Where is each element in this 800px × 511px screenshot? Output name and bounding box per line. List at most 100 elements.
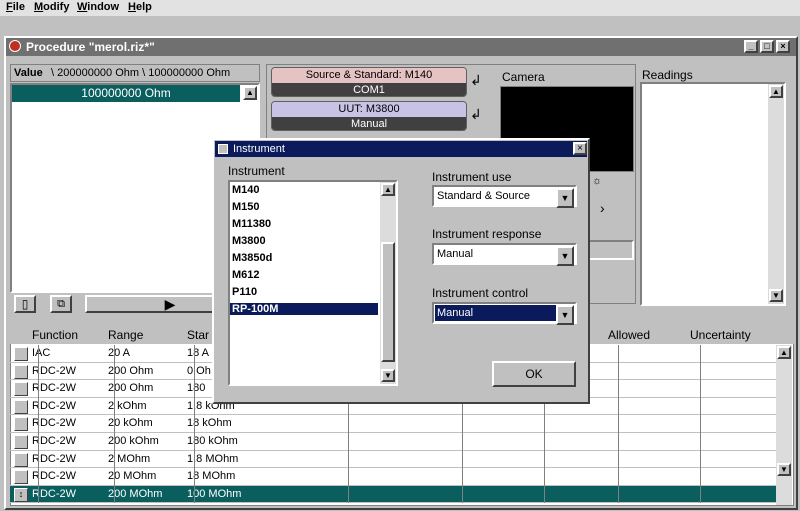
menu-window[interactable]: Window — [77, 1, 119, 13]
readings-scrollbar[interactable]: ▲ ▼ — [768, 84, 784, 304]
header-standard[interactable]: Star — [187, 328, 209, 342]
next-arrow-icon[interactable]: › — [600, 200, 605, 216]
column-divider — [700, 415, 701, 433]
menu-modify[interactable]: Modify — [34, 1, 69, 13]
instrument-list-item[interactable]: M612 — [232, 269, 376, 281]
column-divider — [462, 485, 463, 504]
instrument-list-item[interactable]: RP-100M — [230, 303, 378, 315]
scroll-down-icon[interactable]: ▼ — [381, 369, 395, 382]
header-range[interactable]: Range — [108, 328, 143, 342]
selected-value[interactable]: 100000000 Ohm — [12, 85, 240, 102]
chevron-down-icon[interactable]: ▼ — [556, 188, 574, 208]
instrument-list-item[interactable]: M140 — [232, 184, 376, 196]
scroll-down-icon[interactable]: ▼ — [777, 463, 791, 476]
column-divider — [114, 485, 115, 504]
maximize-icon[interactable]: □ — [760, 40, 774, 53]
copy-icon[interactable]: ⧉ — [50, 295, 72, 313]
column-divider — [462, 468, 463, 486]
column-divider — [700, 380, 701, 398]
table-row[interactable]: RDC-2W 2 MOhm 1.8 MOhm — [10, 450, 776, 469]
column-divider — [38, 415, 39, 433]
row-checkbox[interactable] — [14, 470, 28, 485]
column-divider — [114, 362, 115, 381]
dialog-close-icon[interactable]: × — [573, 142, 587, 155]
table-row[interactable]: RDC-2W 200 kOhm 180 kOhm — [10, 433, 776, 451]
instrument-control-combo[interactable]: Manual ▼ — [432, 302, 577, 325]
row-checkbox[interactable] — [14, 452, 28, 467]
table-row[interactable]: ↕ RDC-2W 200 MOhm 100 MOhm — [10, 485, 776, 504]
instrument-list[interactable]: M140 M150 M11380 M3800 M3850d M612 P110 RP-100M… — [228, 180, 398, 386]
row-checkbox[interactable] — [14, 399, 28, 414]
scroll-up-icon[interactable]: ▲ — [381, 183, 395, 196]
row-resize-icon[interactable]: ↕ — [14, 487, 28, 502]
ok-button[interactable]: OK — [492, 361, 576, 387]
column-divider — [194, 468, 195, 486]
menu-file[interactable]: File — [6, 1, 25, 13]
scroll-down-icon[interactable]: ▼ — [769, 289, 783, 302]
column-divider — [618, 415, 619, 433]
uut-box[interactable]: UUT: M3800 Manual — [271, 101, 467, 131]
column-divider — [700, 397, 701, 416]
scroll-up-icon[interactable]: ▲ — [769, 85, 783, 98]
window-title: Procedure "merol.riz*" — [26, 40, 155, 54]
row-checkbox[interactable] — [14, 347, 28, 361]
row-checkbox[interactable] — [14, 364, 28, 379]
brightness-icon[interactable]: ☼ — [592, 175, 602, 187]
value-label: Value — [14, 67, 43, 79]
column-divider — [194, 485, 195, 504]
instrument-list-item[interactable]: M3800 — [232, 235, 376, 247]
cell-function: RDC-2W — [32, 452, 76, 465]
instrument-list-item[interactable]: M11380 — [232, 218, 376, 230]
readings-list[interactable]: ▲ ▼ — [640, 82, 786, 306]
minimize-icon[interactable]: _ — [744, 40, 758, 53]
header-uncertainty[interactable]: Uncertainty — [690, 328, 751, 342]
header-allowed[interactable]: Allowed — [608, 328, 650, 342]
column-divider — [544, 415, 545, 433]
cell-range: 200 MOhm — [108, 487, 163, 500]
instrument-control-label: Instrument control — [432, 286, 529, 300]
row-checkbox[interactable] — [14, 435, 28, 449]
instrument-control-value: Manual — [437, 307, 474, 319]
column-divider — [38, 397, 39, 416]
scroll-up-icon[interactable]: ▲ — [777, 346, 791, 359]
table-row[interactable]: RDC-2W 20 MOhm 18 MOhm — [10, 468, 776, 486]
instrument-use-combo[interactable]: Standard & Source ▼ — [432, 185, 577, 208]
instrument-response-label: Instrument response — [432, 227, 542, 241]
scroll-up-icon[interactable]: ▲ — [243, 86, 257, 100]
table-row[interactable]: RDC-2W 20 kOhm 18 kOhm — [10, 415, 776, 433]
row-checkbox[interactable] — [14, 382, 28, 397]
source-port: COM1 — [272, 83, 466, 96]
menu-help[interactable]: Help — [128, 1, 152, 13]
column-divider — [348, 450, 349, 469]
dialog-titlebar: Instrument × — [215, 141, 587, 157]
instrument-response-combo[interactable]: Manual ▼ — [432, 243, 577, 266]
column-divider — [38, 380, 39, 398]
scroll-thumb[interactable] — [381, 242, 395, 362]
cell-function: RDC-2W — [32, 470, 76, 483]
column-divider — [194, 380, 195, 398]
cell-range: 2 kOhm — [108, 399, 147, 412]
close-icon[interactable]: × — [776, 40, 790, 53]
column-divider — [700, 433, 701, 451]
instrument-list-item[interactable]: M3850d — [232, 252, 376, 264]
column-divider — [194, 415, 195, 433]
column-divider — [114, 380, 115, 398]
column-divider — [114, 450, 115, 469]
grid-scrollbar[interactable]: ▲ ▼ — [776, 345, 792, 505]
instrument-list-item[interactable]: M150 — [232, 201, 376, 213]
source-standard-box[interactable]: Source & Standard: M140 COM1 — [271, 67, 467, 97]
column-divider — [348, 433, 349, 451]
cell-range: 200 kOhm — [108, 435, 159, 447]
column-divider — [114, 397, 115, 416]
instrument-scrollbar[interactable]: ▲ ▼ — [380, 182, 396, 384]
new-doc-icon[interactable]: ▯ — [14, 295, 36, 313]
source-arrow-icon: ↲ — [470, 72, 482, 88]
camera-label: Camera — [502, 70, 545, 84]
column-divider — [38, 485, 39, 504]
header-function[interactable]: Function — [32, 328, 78, 342]
instrument-list-item[interactable]: P110 — [232, 286, 376, 298]
cell-function: RDC-2W — [32, 487, 76, 500]
row-checkbox[interactable] — [14, 417, 28, 432]
chevron-down-icon[interactable]: ▼ — [556, 305, 574, 325]
chevron-down-icon[interactable]: ▼ — [556, 246, 574, 266]
